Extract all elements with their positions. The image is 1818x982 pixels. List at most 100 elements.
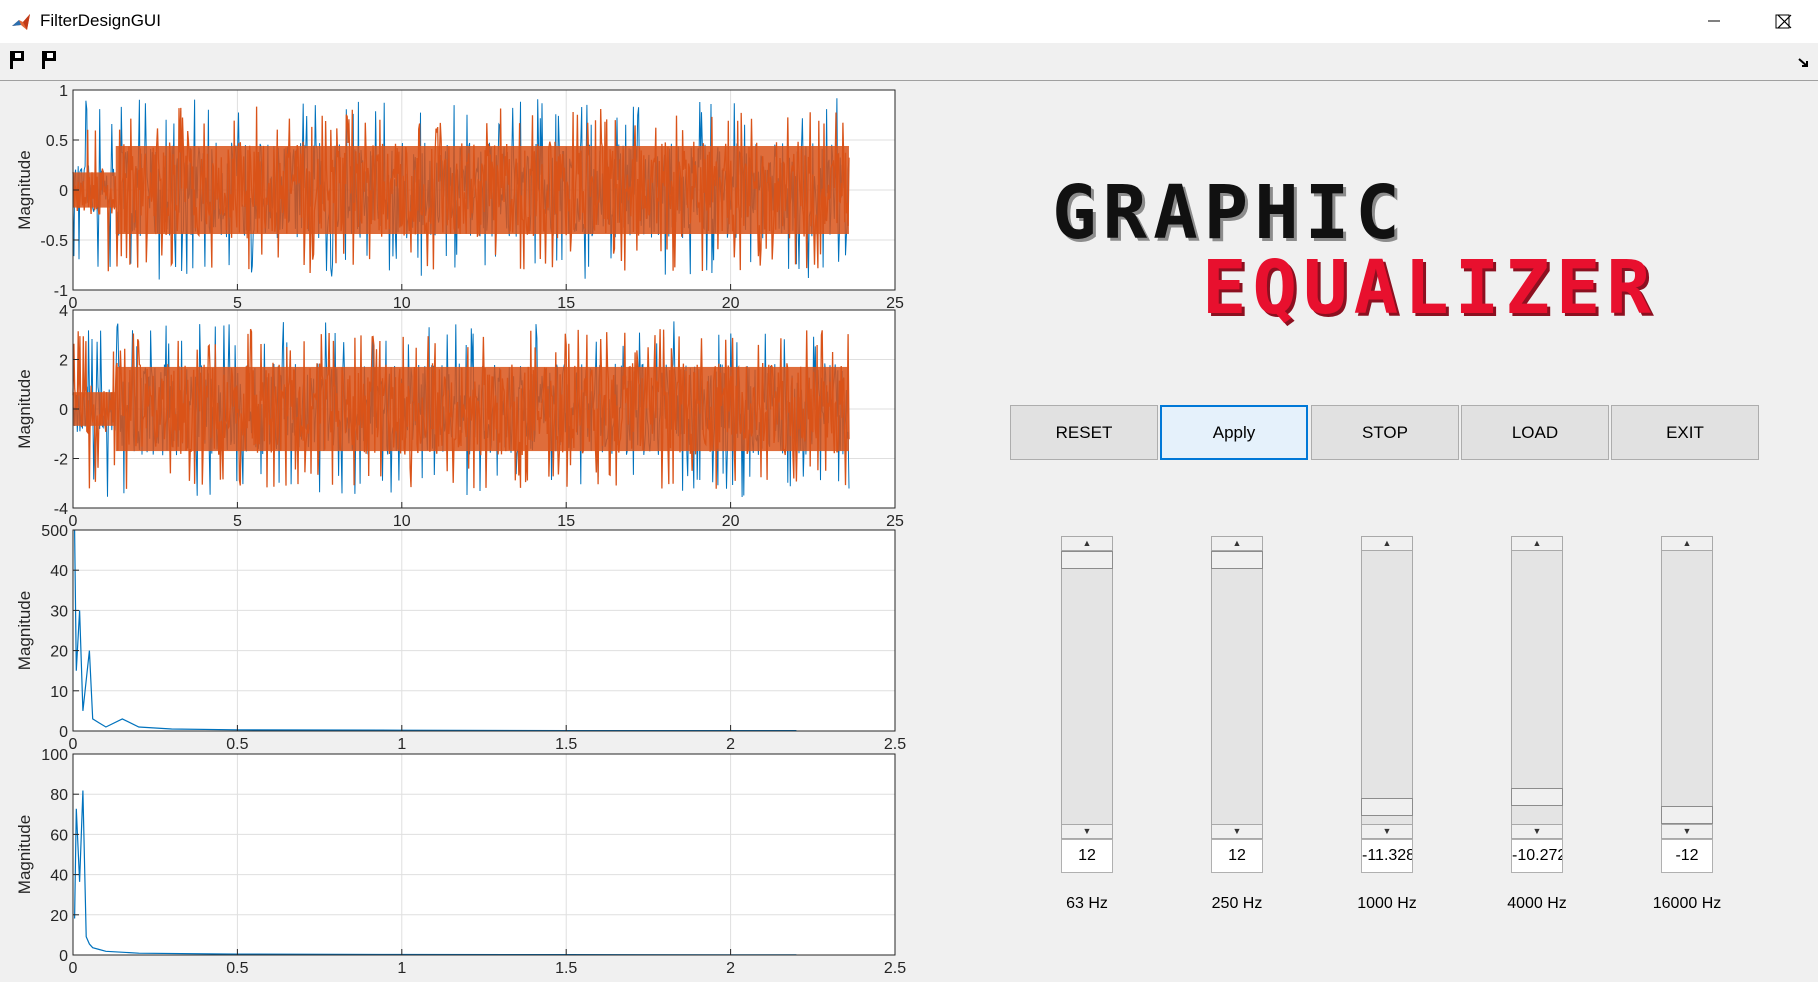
y-tick-label: 4	[59, 303, 68, 320]
plot-2: 0 0.5 1 1.5 2 2.5 500 40 30 20 10 0 Magnitude	[15, 523, 906, 753]
slider-thumb[interactable]	[1661, 806, 1713, 824]
y-tick-label: 30	[50, 603, 68, 620]
plots-area: 0 5 10 15 20 2510.50-0.5-1Magnitude0 5 10 15 20 25…	[15, 83, 906, 977]
x-tick-label: 0	[69, 295, 78, 312]
x-tick-label: 2	[726, 736, 735, 753]
gain-slider-0[interactable]: ▲ ▼	[1061, 536, 1113, 839]
gain-slider-4[interactable]: ▲ ▼	[1661, 536, 1713, 839]
slider-down-arrow-icon[interactable]: ▼	[1661, 824, 1713, 839]
load-button[interactable]: LOAD	[1461, 405, 1609, 460]
gain-value-field[interactable]: -12	[1661, 839, 1713, 873]
x-tick-label: 10	[393, 295, 411, 312]
x-tick-label: 25	[886, 513, 904, 530]
y-tick-label: -2	[54, 452, 68, 469]
plot-background	[73, 754, 895, 955]
slider-up-arrow-icon[interactable]: ▲	[1511, 536, 1563, 551]
slider-up-arrow-icon[interactable]: ▲	[1061, 536, 1113, 551]
y-tick-label: -4	[54, 501, 68, 518]
y-tick-label: 0	[59, 948, 68, 965]
y-axis-label: Magnitude	[15, 369, 34, 448]
slider-thumb[interactable]	[1361, 798, 1413, 817]
gain-value-field[interactable]: 12	[1211, 839, 1263, 873]
gain-slider-1[interactable]: ▲ ▼	[1211, 536, 1263, 839]
reset-button[interactable]: RESET	[1010, 405, 1158, 460]
x-tick-label: 2.5	[884, 960, 906, 977]
y-tick-label: 80	[50, 787, 68, 804]
x-tick-label: 0	[69, 960, 78, 977]
x-tick-label: 1	[397, 736, 406, 753]
x-tick-label: 20	[722, 513, 740, 530]
x-tick-label: 15	[557, 295, 575, 312]
x-tick-label: 0.5	[226, 736, 248, 753]
x-tick-label: 5	[233, 513, 242, 530]
gain-value-field[interactable]: -11.328	[1361, 839, 1413, 873]
slider-up-arrow-icon[interactable]: ▲	[1661, 536, 1713, 551]
y-tick-label: 0	[59, 724, 68, 741]
undock-arrow-icon[interactable]	[1797, 56, 1811, 70]
x-tick-label: 2	[726, 960, 735, 977]
y-tick-label: 0.5	[46, 133, 68, 150]
matlab-icon	[12, 14, 30, 30]
slider-down-arrow-icon[interactable]: ▼	[1511, 824, 1563, 839]
y-tick-label: 40	[50, 868, 68, 885]
waveform-start-band	[73, 172, 116, 208]
x-tick-label: 0	[69, 736, 78, 753]
y-tick-label: 10	[50, 684, 68, 701]
y-tick-label: 1	[59, 83, 68, 100]
slider-down-arrow-icon[interactable]: ▼	[1061, 824, 1113, 839]
window-title: FilterDesignGUI	[40, 11, 161, 30]
gain-slider-3[interactable]: ▲ ▼	[1511, 536, 1563, 839]
exit-button[interactable]: EXIT	[1611, 405, 1759, 460]
svg-text:GRAPHIC: GRAPHIC	[1052, 170, 1406, 256]
title-bar: FilterDesignGUI	[0, 0, 1818, 43]
minimize-icon[interactable]	[1680, 0, 1748, 43]
y-tick-label: 60	[50, 827, 68, 844]
x-tick-label: 1.5	[555, 736, 577, 753]
slider-trough[interactable]	[1361, 536, 1413, 839]
y-tick-label: 0	[59, 183, 68, 200]
y-tick-label: 40	[50, 563, 68, 580]
slider-thumb[interactable]	[1061, 551, 1113, 569]
y-tick-label: 2	[59, 353, 68, 370]
slider-down-arrow-icon[interactable]: ▼	[1361, 824, 1413, 839]
x-tick-label: 0	[69, 513, 78, 530]
plot-3: 0 0.5 1 1.5 2 2.5 100 80 60 40 20 0 Magnitude	[15, 747, 906, 977]
apply-button[interactable]: Apply	[1160, 405, 1308, 460]
frequency-label: 63 Hz	[1066, 895, 1108, 912]
toolbar-flag-icon-2[interactable]	[38, 48, 62, 72]
x-tick-label: 20	[722, 295, 740, 312]
x-tick-label: 2.5	[884, 736, 906, 753]
graphic-equalizer-logo: GRAPHIC GRAPHIC EQUALIZER EQUALIZER	[1052, 170, 1657, 334]
waveform-core-band	[115, 366, 849, 452]
waveform-start-band	[73, 392, 116, 426]
toolbar-flag-icon[interactable]	[6, 48, 30, 72]
close-icon[interactable]	[1750, 0, 1818, 43]
x-tick-label: 5	[233, 295, 242, 312]
plot-0: 0 5 10 15 20 25 1 0.5 0 -0.5 -1 Magnitude	[15, 83, 904, 312]
stop-button[interactable]: STOP	[1311, 405, 1459, 460]
x-tick-label: 1	[397, 960, 406, 977]
waveform-core-band	[115, 146, 849, 234]
y-axis-label: Magnitude	[15, 815, 34, 894]
frequency-label: 4000 Hz	[1507, 895, 1567, 912]
gain-value-field[interactable]: 12	[1061, 839, 1113, 873]
slider-down-arrow-icon[interactable]: ▼	[1211, 824, 1263, 839]
gain-slider-2[interactable]: ▲ ▼	[1361, 536, 1413, 839]
x-tick-label: 15	[557, 513, 575, 530]
frequency-label: 250 Hz	[1211, 895, 1263, 912]
plot-1: 0510152025420-2-4MagnitudeTime [sec]	[15, 303, 904, 559]
slider-up-arrow-icon[interactable]: ▲	[1361, 536, 1413, 551]
slider-trough[interactable]	[1211, 536, 1263, 839]
svg-text:EQUALIZER: EQUALIZER	[1202, 245, 1657, 331]
gain-value-field[interactable]: -10.272	[1511, 839, 1563, 873]
slider-trough[interactable]	[1061, 536, 1113, 839]
slider-thumb[interactable]	[1511, 788, 1563, 807]
y-axis-label: Magnitude	[15, 150, 34, 229]
slider-up-arrow-icon[interactable]: ▲	[1211, 536, 1263, 551]
y-tick-label: 0	[59, 402, 68, 419]
y-tick-label: -1	[54, 283, 68, 300]
slider-trough[interactable]	[1661, 536, 1713, 839]
x-tick-label: 0.5	[226, 960, 248, 977]
y-tick-label: 20	[50, 908, 68, 925]
slider-thumb[interactable]	[1211, 551, 1263, 569]
